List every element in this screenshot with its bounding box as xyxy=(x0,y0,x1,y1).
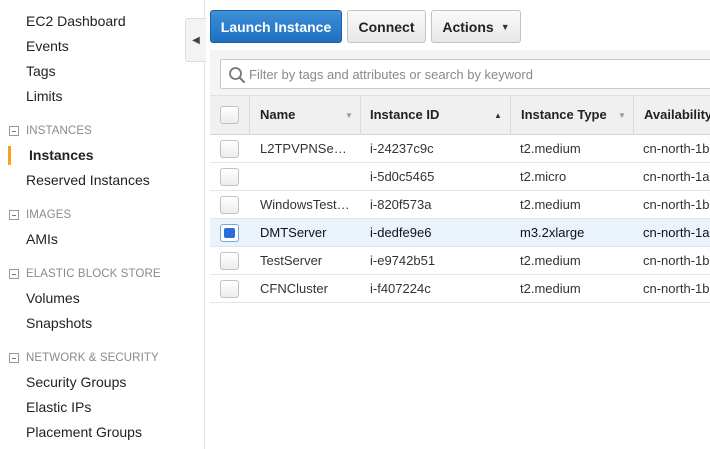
cell-instance-type: t2.medium xyxy=(520,197,581,212)
chevron-left-icon: ◀ xyxy=(192,34,200,46)
cell-availability-zone: cn-north-1b xyxy=(643,281,710,296)
cell-name: TestServer xyxy=(260,253,323,268)
cell-availability-zone: cn-north-1b xyxy=(643,197,710,212)
row-checkbox-checked[interactable] xyxy=(220,224,239,242)
section-title: ELASTIC BLOCK STORE xyxy=(26,268,161,280)
instances-table: Name ▼ Instance ID ▲ Instance Type ▼ Ava… xyxy=(210,96,710,303)
caret-down-icon: ▼ xyxy=(500,21,510,32)
table-row[interactable]: CFNCluster i-f407224c t2.medium cn-north… xyxy=(210,275,710,303)
cell-instance-type: t2.medium xyxy=(520,281,581,296)
filter-box[interactable] xyxy=(220,59,710,89)
cell-availability-zone: cn-north-1b xyxy=(643,253,710,268)
column-header-instance-type[interactable]: Instance Type xyxy=(521,107,607,122)
actions-label: Actions xyxy=(442,18,494,35)
cell-instance-id: i-24237c9c xyxy=(370,141,434,156)
sort-desc-icon[interactable]: ▼ xyxy=(345,111,353,120)
sidebar-item-instances[interactable]: Instances xyxy=(29,147,94,163)
actions-button[interactable]: Actions ▼ xyxy=(431,10,521,43)
cell-name: DMTServer xyxy=(260,225,327,240)
table-row[interactable]: i-5d0c5465 t2.micro cn-north-1a xyxy=(210,163,710,191)
cell-name: WindowsTest… xyxy=(260,197,350,212)
section-title: NETWORK & SECURITY xyxy=(26,352,159,364)
select-all-checkbox[interactable] xyxy=(220,106,239,124)
row-checkbox[interactable] xyxy=(220,168,239,186)
sidebar: EC2 Dashboard Events Tags Limits INSTANC… xyxy=(0,0,205,449)
sidebar-item-reserved-instances[interactable]: Reserved Instances xyxy=(26,172,150,188)
table-row[interactable]: L2TPVPNSe… i-24237c9c t2.medium cn-north… xyxy=(210,135,710,163)
collapse-minus-icon xyxy=(9,210,19,220)
section-title: INSTANCES xyxy=(26,125,92,137)
collapse-minus-icon xyxy=(9,353,19,363)
cell-instance-id: i-5d0c5465 xyxy=(370,169,435,184)
row-checkbox[interactable] xyxy=(220,196,239,214)
section-instances[interactable]: INSTANCES xyxy=(9,124,92,138)
sidebar-item-volumes[interactable]: Volumes xyxy=(26,290,80,306)
table-header: Name ▼ Instance ID ▲ Instance Type ▼ Ava… xyxy=(210,96,710,135)
cell-availability-zone: cn-north-1a xyxy=(643,169,710,184)
collapse-minus-icon xyxy=(9,126,19,136)
sort-asc-icon[interactable]: ▲ xyxy=(494,111,502,120)
search-icon xyxy=(229,67,245,83)
sort-desc-icon[interactable]: ▼ xyxy=(618,111,626,120)
cell-name: L2TPVPNSe… xyxy=(260,141,347,156)
table-row[interactable]: WindowsTest… i-820f573a t2.medium cn-nor… xyxy=(210,191,710,219)
table-row-selected[interactable]: DMTServer i-dedfe9e6 m3.2xlarge cn-north… xyxy=(210,219,710,247)
column-header-instance-id[interactable]: Instance ID xyxy=(370,107,439,122)
sidebar-collapse-button[interactable]: ◀ xyxy=(185,18,206,62)
cell-availability-zone: cn-north-1a xyxy=(643,225,710,240)
column-header-name[interactable]: Name xyxy=(260,107,295,122)
connect-button[interactable]: Connect xyxy=(347,10,426,43)
column-divider xyxy=(249,96,250,135)
row-checkbox[interactable] xyxy=(220,140,239,158)
cell-name: CFNCluster xyxy=(260,281,328,296)
section-title: IMAGES xyxy=(26,209,72,221)
cell-instance-id: i-820f573a xyxy=(370,197,432,212)
cell-instance-type: t2.medium xyxy=(520,141,581,156)
sidebar-item-snapshots[interactable]: Snapshots xyxy=(26,315,92,331)
active-indicator xyxy=(8,146,11,165)
column-divider xyxy=(360,96,361,135)
column-header-availability[interactable]: Availability xyxy=(644,107,710,122)
sidebar-item-ec2-dashboard[interactable]: EC2 Dashboard xyxy=(26,13,126,29)
sidebar-item-security-groups[interactable]: Security Groups xyxy=(26,374,126,390)
table-row[interactable]: TestServer i-e9742b51 t2.medium cn-north… xyxy=(210,247,710,275)
row-checkbox[interactable] xyxy=(220,252,239,270)
cell-instance-type: m3.2xlarge xyxy=(520,225,585,240)
section-images[interactable]: IMAGES xyxy=(9,208,71,222)
cell-instance-id: i-e9742b51 xyxy=(370,253,436,268)
cell-availability-zone: cn-north-1b xyxy=(643,141,710,156)
sidebar-item-events[interactable]: Events xyxy=(26,38,69,54)
filter-bar xyxy=(210,50,710,96)
cell-instance-id: i-f407224c xyxy=(370,281,431,296)
row-checkbox[interactable] xyxy=(220,280,239,298)
section-network-security[interactable]: NETWORK & SECURITY xyxy=(9,351,159,365)
cell-instance-type: t2.medium xyxy=(520,253,581,268)
sidebar-item-placement-groups[interactable]: Placement Groups xyxy=(26,424,142,440)
sidebar-item-limits[interactable]: Limits xyxy=(26,88,63,104)
sidebar-item-elastic-ips[interactable]: Elastic IPs xyxy=(26,399,91,415)
sidebar-item-tags[interactable]: Tags xyxy=(26,63,56,79)
cell-instance-type: t2.micro xyxy=(520,169,567,184)
collapse-minus-icon xyxy=(9,269,19,279)
column-divider xyxy=(633,96,634,135)
filter-input[interactable] xyxy=(249,60,709,88)
column-divider xyxy=(510,96,511,135)
section-elastic-block-store[interactable]: ELASTIC BLOCK STORE xyxy=(9,267,161,281)
cell-instance-id: i-dedfe9e6 xyxy=(370,225,432,240)
launch-instance-button[interactable]: Launch Instance xyxy=(210,10,342,43)
sidebar-item-amis[interactable]: AMIs xyxy=(26,231,58,247)
